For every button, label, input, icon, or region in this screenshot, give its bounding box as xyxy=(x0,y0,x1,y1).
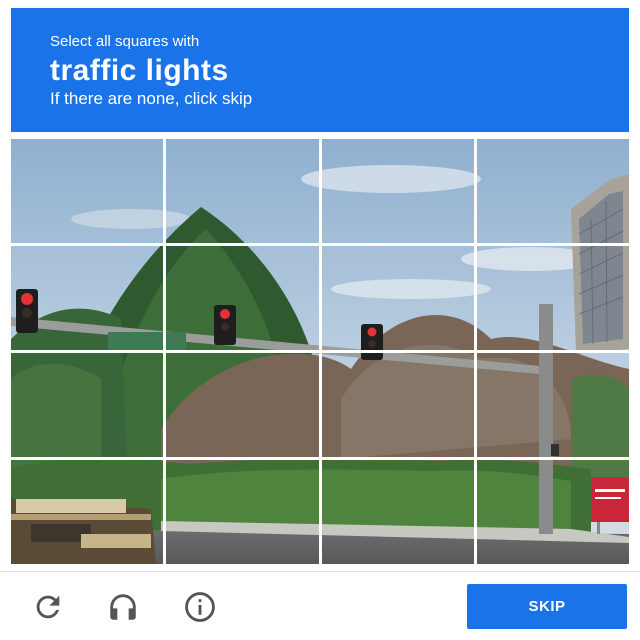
grid-tile[interactable] xyxy=(318,139,477,246)
grid-tile[interactable] xyxy=(163,243,322,353)
reload-icon xyxy=(36,595,60,619)
grid-tile[interactable] xyxy=(318,350,477,460)
grid-tile[interactable] xyxy=(11,350,167,460)
reload-button[interactable] xyxy=(31,590,65,624)
image-grid xyxy=(11,139,629,564)
headphones-icon xyxy=(110,594,136,620)
grid-tile[interactable] xyxy=(473,243,629,353)
instruction-text: Select all squares with xyxy=(50,33,200,50)
grid-tile[interactable] xyxy=(318,457,477,564)
hint-text: If there are none, click skip xyxy=(50,89,253,108)
grid-tile[interactable] xyxy=(11,457,167,564)
audio-challenge-button[interactable] xyxy=(106,590,140,624)
grid-tile[interactable] xyxy=(318,243,477,353)
grid-tile[interactable] xyxy=(163,457,322,564)
info-icon xyxy=(185,592,215,622)
grid-tile[interactable] xyxy=(473,457,629,564)
captcha-dialog: Select all squares with traffic lights I… xyxy=(0,0,640,640)
tile-grid xyxy=(11,139,629,564)
grid-tile[interactable] xyxy=(473,139,629,246)
help-button[interactable] xyxy=(183,590,217,624)
grid-tile[interactable] xyxy=(163,139,322,246)
skip-button[interactable]: SKIP xyxy=(467,584,627,629)
target-object-text: traffic lights xyxy=(50,54,229,87)
grid-tile[interactable] xyxy=(11,139,167,246)
grid-tile[interactable] xyxy=(11,243,167,353)
grid-tile[interactable] xyxy=(473,350,629,460)
footer-divider xyxy=(0,571,640,572)
grid-tile[interactable] xyxy=(163,350,322,460)
captcha-header: Select all squares with traffic lights I… xyxy=(11,8,629,132)
